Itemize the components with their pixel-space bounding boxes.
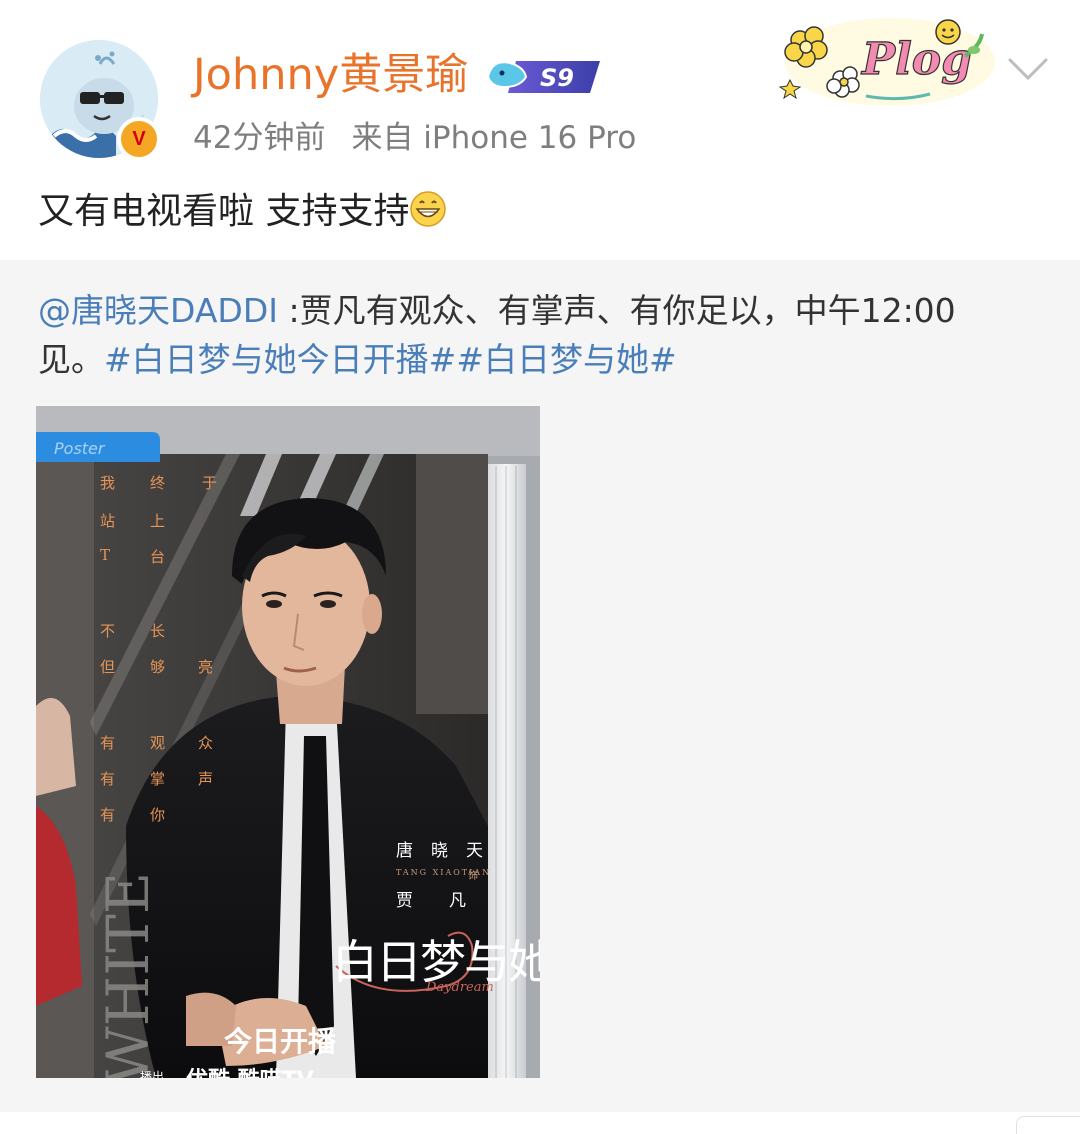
- poster-vtext-19: 有: [100, 806, 116, 824]
- repost-text-line1: :贾凡有观众、有掌声、有你足以，中午12:00: [277, 291, 956, 330]
- post-source[interactable]: 来自 iPhone 16 Pro: [351, 120, 636, 156]
- poster-vtext-10: 但: [100, 658, 116, 676]
- repost-text: @唐晓天DADDI :贾凡有观众、有掌声、有你足以，中午12:00 见。#白日梦…: [38, 286, 1048, 384]
- hashtag-link-show[interactable]: #白日梦与她#: [456, 340, 676, 379]
- poster-platforms: 优酷 酷喵TV: [186, 1062, 314, 1078]
- poster-vtext-8: 不: [100, 622, 116, 640]
- poster-vtext-5: 上: [150, 512, 166, 530]
- poster-vtext-12: 亮: [198, 658, 214, 676]
- poster-vtext-20: 你: [150, 806, 166, 824]
- poster-vtext-9: 长: [150, 622, 166, 640]
- grinning-face-icon: [410, 191, 447, 227]
- mention-link[interactable]: @唐晓天DADDI: [38, 291, 278, 330]
- verified-badge-icon: V: [117, 117, 161, 161]
- poster-image[interactable]: WHITE Poster 我 终 于 站 上 T 台 不 长 但 够 亮 有 观…: [36, 406, 540, 1078]
- poster-vtext-6: T: [100, 546, 111, 564]
- poster-title-script: Daydream: [426, 980, 494, 995]
- post-footer: [0, 1112, 1080, 1134]
- poster-vtext-14: 观: [150, 734, 166, 752]
- poster-role-label: 饰: [468, 871, 480, 882]
- chevron-down-icon[interactable]: [1006, 54, 1050, 84]
- poster-vtext-7: 台: [150, 548, 166, 566]
- poster-vtext-17: 掌: [150, 770, 166, 788]
- poster-vtext-3: 于: [202, 474, 218, 492]
- post-header: V Johnny黄景瑜 S9 42分钟前 来自 iPhone 16 Pro Pl…: [0, 0, 1080, 260]
- username[interactable]: Johnny黄景瑜: [193, 47, 468, 103]
- hashtag-link-premiere[interactable]: #白日梦与她今日开播#: [104, 340, 456, 379]
- poster-vtext-1: 我: [100, 474, 116, 492]
- post-meta: 42分钟前 来自 iPhone 16 Pro: [193, 116, 636, 160]
- poster-vtext-2: 终: [150, 474, 166, 492]
- poster-vtext-18: 声: [198, 770, 214, 788]
- poster-actor-name: 唐晓天: [396, 841, 501, 861]
- corner-divider: [1016, 1116, 1080, 1134]
- svg-text:Poster: Poster: [54, 439, 106, 458]
- poster-vtext-16: 有: [100, 770, 116, 788]
- poster-premiere-label: 今日开播: [224, 1025, 337, 1058]
- post-text: 又有电视看啦 支持支持: [38, 186, 447, 238]
- svg-text:WHITE: WHITE: [94, 872, 162, 1078]
- poster-role-name: 贾凡: [396, 891, 502, 911]
- poster-vtext-15: 众: [198, 734, 214, 752]
- repost-text-line2: 见。: [38, 340, 104, 379]
- poster-platform-label: 播出: [140, 1070, 165, 1078]
- post-time: 42分钟前: [193, 120, 326, 156]
- post-text-content: 又有电视看啦 支持支持: [38, 191, 410, 232]
- plog-sticker-icon: Plog: [778, 18, 995, 106]
- poster-vtext-11: 够: [150, 658, 166, 676]
- poster-vtext-4: 站: [100, 512, 116, 530]
- weibo-post: V Johnny黄景瑜 S9 42分钟前 来自 iPhone 16 Pro Pl…: [0, 0, 1080, 1134]
- poster-vtext-13: 有: [100, 734, 116, 752]
- svg-text:S9: S9: [540, 64, 574, 92]
- vip-level-badge[interactable]: S9: [486, 53, 604, 97]
